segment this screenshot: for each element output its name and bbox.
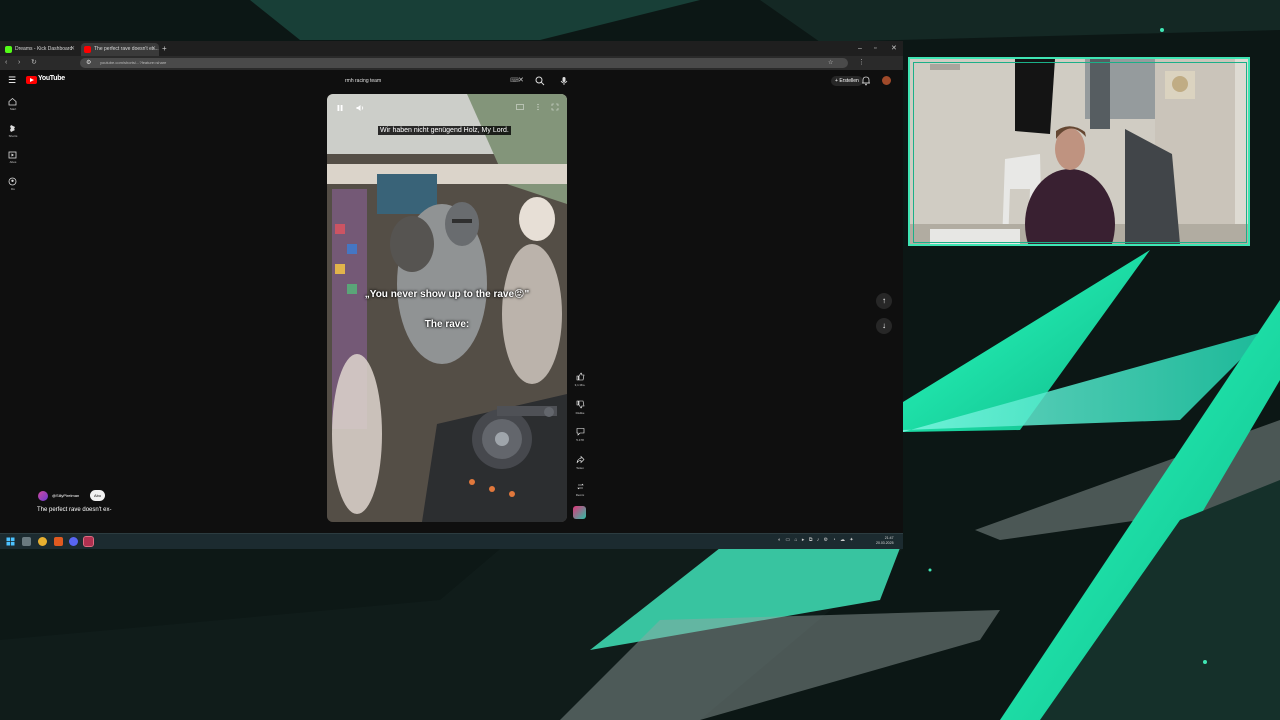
maximize-icon[interactable]: ▫	[874, 44, 876, 53]
address-bar[interactable]: ⚙ youtube.com/shorts/...?feature=share ☆	[80, 58, 848, 68]
windows-taskbar: ◐ ▭ ⌂ ▸ ⧉ ♪ ⚙ ◔ ☁ ✦ 21:47 20.03.2025	[0, 533, 903, 549]
more-options-icon[interactable]	[534, 103, 542, 111]
short-title[interactable]: The perfect rave doesn't ex-	[37, 507, 112, 513]
system-tray[interactable]: ◐ ▭ ⌂ ▸ ⧉ ♪ ⚙ ◔ ☁ ✦	[778, 537, 855, 543]
youtube-logo-icon[interactable]	[26, 76, 37, 84]
search-icon[interactable]	[534, 75, 546, 87]
sidebar-item-you[interactable]: Du	[0, 177, 26, 199]
share-icon	[576, 455, 584, 464]
previous-short-arrow-icon[interactable]: ↑	[876, 293, 892, 309]
clear-search-icon[interactable]: ✕	[518, 75, 524, 87]
sidebar-item-shorts[interactable]: Shorts	[0, 124, 26, 146]
taskbar-clock[interactable]: 21:47 20.03.2025	[876, 536, 894, 546]
sidebar-item-subscriptions[interactable]: Abos	[0, 150, 26, 172]
bookmark-star-icon[interactable]: ☆	[828, 58, 833, 68]
tab-close-icon[interactable]: ✕	[151, 43, 156, 56]
thumbs-up-icon	[576, 372, 584, 381]
tab-close-icon[interactable]: ✕	[70, 43, 75, 56]
browser-toolbar: ‹ › ↻ ⚙ youtube.com/shorts/...?feature=s…	[0, 56, 903, 70]
home-icon	[8, 97, 17, 106]
site-info-icon[interactable]: ⚙	[86, 58, 91, 68]
windows-start-icon[interactable]	[6, 537, 15, 546]
channel-name[interactable]: @SillyPirelman	[52, 493, 79, 498]
you-icon	[8, 177, 17, 186]
browser-tab-strip: Dreams - Kick Dashboard ✕ The perfect ra…	[0, 41, 903, 56]
remix-button[interactable]: Remix	[572, 482, 588, 497]
video-overlay-text: „You never show up to the rave😡"	[364, 289, 530, 300]
webcam-feed	[908, 57, 1250, 246]
subscribe-button[interactable]: Abo	[90, 490, 106, 501]
chrome-icon[interactable]	[38, 537, 47, 546]
video-frame-scene	[327, 94, 567, 522]
sound-thumbnail[interactable]	[573, 506, 586, 519]
thumbs-down-icon	[576, 400, 584, 409]
youtube-header: ☰ YouTube rmh racing team ⌨ ✕ + Erstelle…	[0, 70, 903, 92]
plus-icon[interactable]: +	[162, 43, 167, 55]
short-video-player[interactable]: Wir haben nicht genügend Holz, My Lord. …	[327, 94, 567, 522]
next-short-arrow-icon[interactable]: ↓	[876, 318, 892, 334]
dislike-button[interactable]: Dislike	[572, 400, 588, 415]
video-caption: Wir haben nicht genügend Holz, My Lord.	[378, 126, 511, 135]
fullscreen-icon[interactable]	[551, 103, 559, 111]
menu-icon[interactable]: ☰	[8, 75, 16, 85]
desktop-capture: Dreams - Kick Dashboard ✕ The perfect ra…	[0, 41, 903, 549]
browser-tab-youtube[interactable]: The perfect rave doesn't ex... ✕	[81, 43, 159, 56]
back-arrow-icon[interactable]: ‹	[5, 58, 7, 68]
notifications-bell-icon[interactable]	[861, 75, 871, 87]
like-button[interactable]: 3,1 Mio.	[572, 372, 588, 387]
reload-icon[interactable]: ↻	[31, 58, 37, 68]
task-view-icon[interactable]	[22, 537, 31, 546]
account-avatar[interactable]	[882, 76, 891, 85]
minimize-icon[interactable]: –	[858, 44, 862, 53]
captions-icon[interactable]	[516, 103, 524, 111]
sidebar-item-home[interactable]: Start	[0, 97, 26, 119]
discord-icon[interactable]	[69, 537, 78, 546]
subscriptions-icon	[8, 151, 17, 159]
comments-button[interactable]: 5.478	[572, 427, 588, 442]
close-window-icon[interactable]: ✕	[891, 44, 897, 53]
channel-avatar[interactable]	[38, 491, 48, 501]
create-button[interactable]: + Erstellen	[831, 76, 863, 86]
extensions-icon[interactable]: ⋮	[858, 58, 865, 68]
share-button[interactable]: Teilen	[572, 455, 588, 470]
firefox-icon[interactable]	[54, 537, 63, 546]
obs-icon[interactable]	[83, 536, 94, 547]
comment-icon	[576, 428, 584, 436]
kick-favicon-icon	[5, 46, 12, 53]
shorts-icon	[10, 125, 15, 132]
pause-icon[interactable]	[335, 103, 345, 113]
search-input[interactable]: rmh racing team	[341, 75, 529, 87]
microphone-icon[interactable]	[558, 75, 570, 87]
video-overlay-text: The rave:	[424, 319, 470, 330]
forward-arrow-icon[interactable]: ›	[18, 58, 20, 68]
youtube-favicon-icon	[84, 46, 91, 53]
youtube-logo-text[interactable]: YouTube	[38, 75, 65, 82]
browser-tab-kick[interactable]: Dreams - Kick Dashboard ✕	[2, 43, 78, 56]
webcam-inner-border	[913, 62, 1247, 243]
volume-icon[interactable]	[355, 103, 365, 113]
remix-icon	[576, 483, 584, 490]
